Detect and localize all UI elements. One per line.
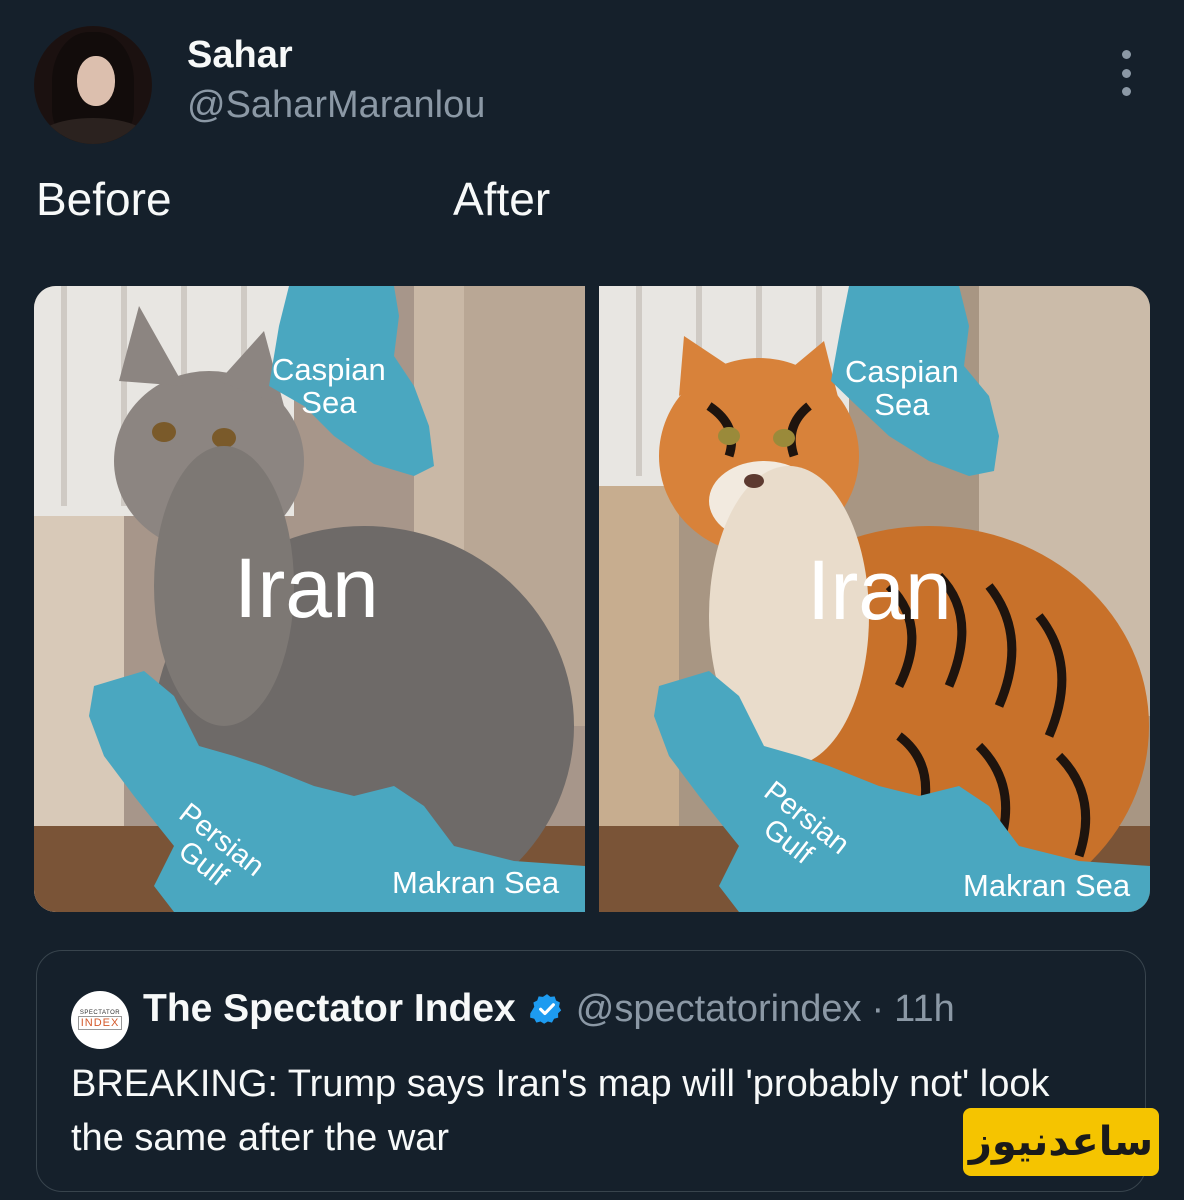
author-handle[interactable]: @SaharMaranlou <box>187 84 485 127</box>
tweet-media[interactable]: Caspian Sea Iran Persian Gulf Makran Sea <box>34 286 1150 912</box>
iran-label: Iran <box>234 541 379 635</box>
author-display-name[interactable]: Sahar <box>187 34 293 77</box>
media-image-after[interactable]: Caspian Sea Iran Persian Gulf Makran Sea <box>599 286 1150 912</box>
verified-badge-icon <box>529 994 561 1024</box>
tweet-text-before: Before <box>36 173 172 225</box>
quoted-avatar-top: SPECTATOR <box>79 1009 121 1016</box>
quoted-separator: · <box>871 987 885 1030</box>
makran-sea-label: Makran Sea <box>392 865 560 900</box>
makran-sea-label: Makran Sea <box>963 868 1131 903</box>
quoted-avatar[interactable]: SPECTATOR INDEX <box>71 991 129 1049</box>
quoted-header: The Spectator Index @spectatorindex · 11… <box>143 987 955 1031</box>
tweet-text-after: After <box>453 173 551 225</box>
quoted-tweet-text: BREAKING: Trump says Iran's map will 'pr… <box>71 1063 1050 1159</box>
iran-label: Iran <box>807 543 952 637</box>
quoted-display-name[interactable]: The Spectator Index <box>143 987 516 1031</box>
quoted-timestamp[interactable]: 11h <box>894 988 955 1031</box>
more-dot <box>1121 68 1131 78</box>
quoted-handle[interactable]: @spectatorindex <box>576 988 862 1031</box>
more-dot <box>1121 87 1131 96</box>
media-image-before[interactable]: Caspian Sea Iran Persian Gulf Makran Sea <box>34 286 585 912</box>
tweet-card: Sahar @SaharMaranlou Before After Caspia… <box>0 0 1184 1200</box>
caspian-sea-label: Caspian Sea <box>272 352 386 420</box>
avatar-face <box>77 56 115 106</box>
more-options-icon[interactable] <box>1112 50 1140 96</box>
quoted-avatar-bottom: INDEX <box>77 1016 123 1031</box>
watermark-logo: ساعدنیوز <box>963 1108 1159 1176</box>
author-avatar[interactable] <box>34 26 152 144</box>
caspian-sea-label: Caspian Sea <box>845 354 959 422</box>
more-dot <box>1121 50 1131 59</box>
